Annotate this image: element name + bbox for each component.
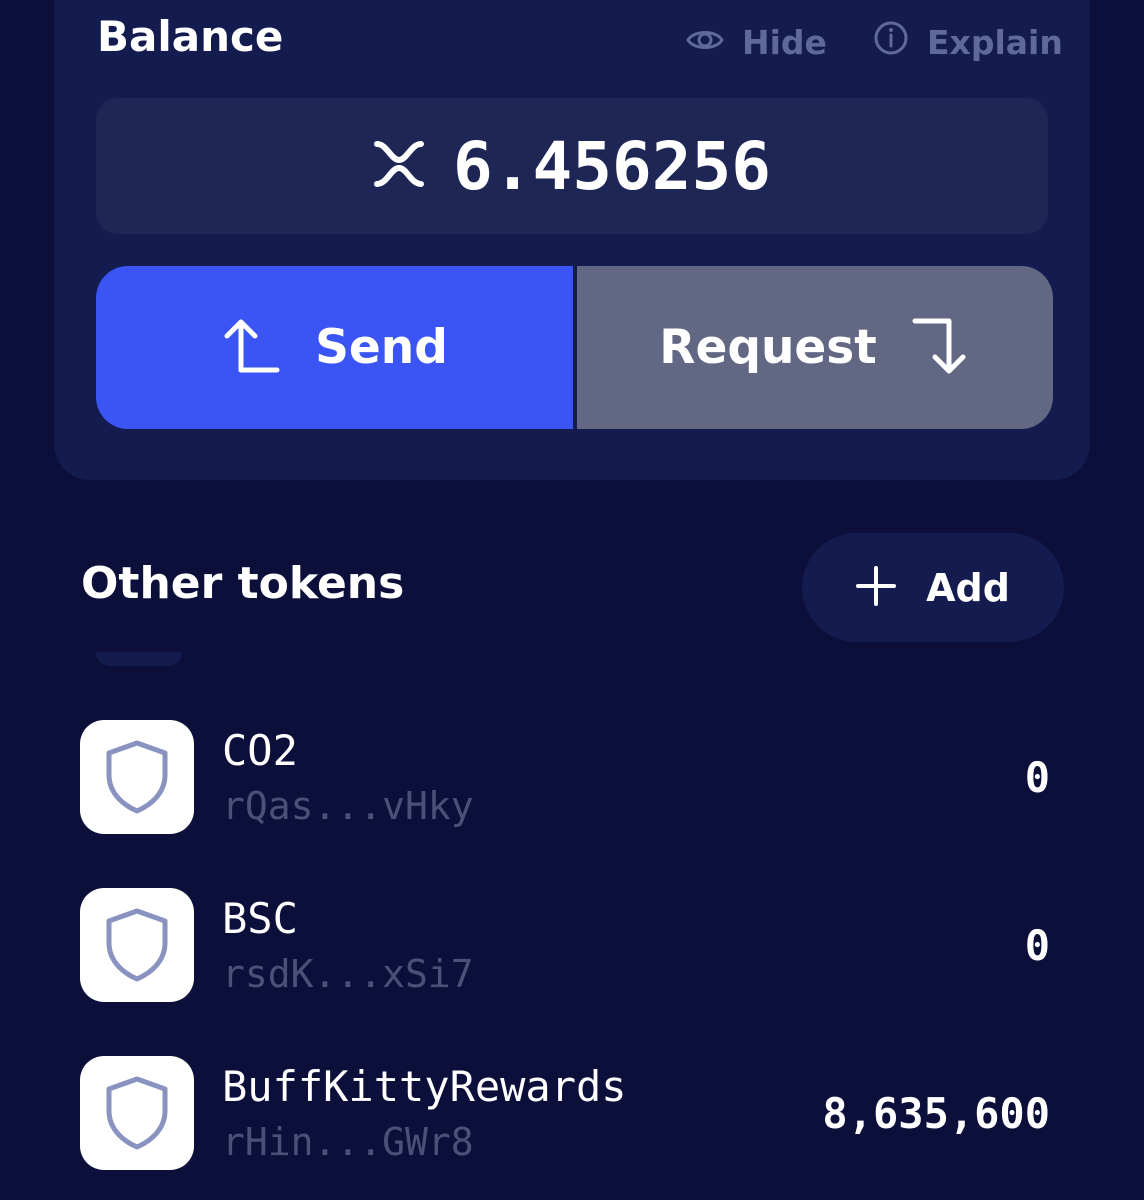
request-button[interactable]: Request [577,266,1053,429]
xrp-icon [373,140,425,192]
token-balance: 0 [1024,753,1050,802]
token-row-buffkittyrewards[interactable]: BuffKittyRewards rHin...GWr8 8,635,600 [80,1056,1050,1172]
token-row-co2[interactable]: CO2 rQas...vHky 0 [80,720,1050,836]
token-address: rQas...vHky [222,784,474,828]
token-balance: 8,635,600 [822,1089,1050,1138]
send-arrow-icon [221,316,281,380]
eye-icon [686,23,724,62]
hide-balance-button[interactable]: Hide [686,18,827,66]
shield-icon [80,720,194,834]
send-label: Send [315,320,448,375]
balance-title: Balance [97,12,284,61]
token-name: CO2 [222,726,298,775]
shield-icon [80,1056,194,1170]
token-balance: 0 [1024,921,1050,970]
other-tokens-title: Other tokens [81,558,405,609]
explain-label: Explain [927,22,1063,62]
hide-label: Hide [742,22,827,62]
info-icon [873,20,909,64]
explain-button[interactable]: Explain [873,18,1063,66]
balance-amount: 6.456256 [453,127,771,205]
shield-icon [80,888,194,1002]
add-token-button[interactable]: Add [802,533,1064,642]
token-address: rHin...GWr8 [222,1120,474,1164]
request-label: Request [659,320,877,375]
send-button[interactable]: Send [96,266,573,429]
plus-icon [856,565,897,610]
add-label: Add [926,565,1010,610]
balance-amount-box: 6.456256 [96,98,1048,234]
token-row-bsc[interactable]: BSC rsdK...xSi7 0 [80,888,1050,1004]
scrolled-item-edge [96,652,182,666]
token-name: BuffKittyRewards [222,1062,627,1111]
request-arrow-icon [911,315,971,381]
token-address: rsdK...xSi7 [222,952,474,996]
token-name: BSC [222,894,298,943]
